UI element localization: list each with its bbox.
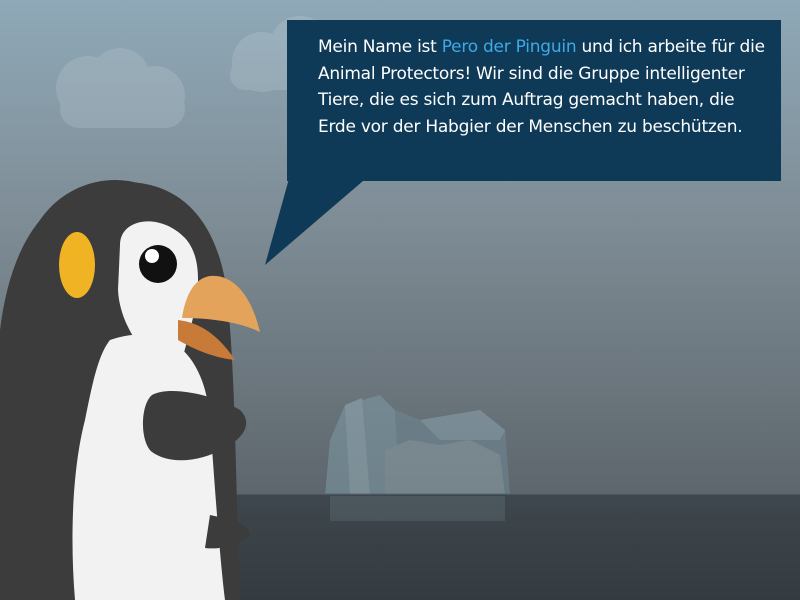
speech-text-intro: Mein Name ist (318, 37, 442, 57)
iceberg-reflection (330, 496, 505, 521)
speech-bubble-text: Mein Name ist Pero der Pinguin und ich a… (318, 34, 773, 140)
illustration-scene: Mein Name ist Pero der Pinguin und ich a… (0, 0, 800, 600)
character-name: Pero der Pinguin (441, 37, 577, 57)
